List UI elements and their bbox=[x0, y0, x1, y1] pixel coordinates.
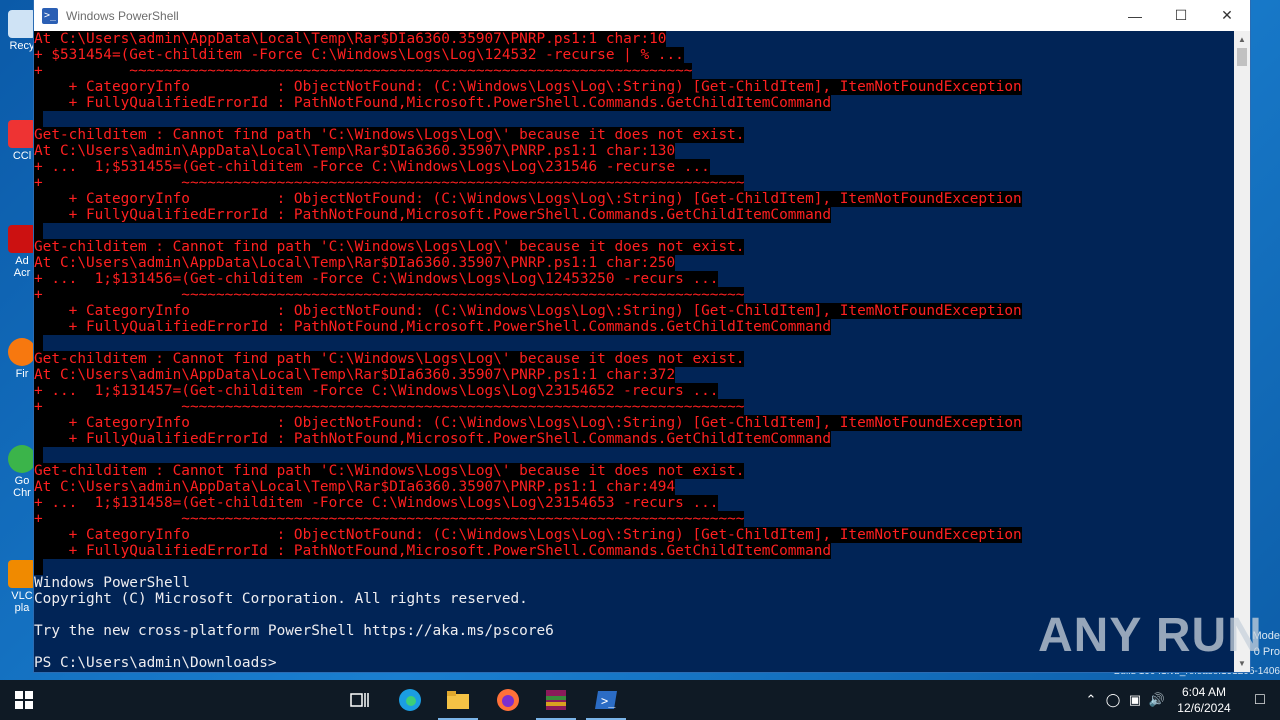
console-line: + FullyQualifiedErrorId : PathNotFound,M… bbox=[34, 543, 832, 559]
console-line bbox=[34, 335, 1234, 351]
prompt-text: PS C:\Users\admin\Downloads> bbox=[34, 655, 286, 671]
scrollbar-thumb[interactable] bbox=[1237, 48, 1247, 66]
edge-icon bbox=[399, 689, 421, 711]
task-view-button[interactable] bbox=[336, 680, 384, 720]
console-line: + FullyQualifiedErrorId : PathNotFound,M… bbox=[34, 319, 832, 335]
windows-logo-icon bbox=[15, 691, 33, 709]
console-line: + ... 1;$131458=(Get-childitem -Force C:… bbox=[34, 495, 719, 511]
console-line: + FullyQualifiedErrorId : PathNotFound,M… bbox=[34, 207, 832, 223]
file-explorer-taskbar-button[interactable] bbox=[434, 680, 482, 720]
console-line: + FullyQualifiedErrorId : PathNotFound,M… bbox=[34, 431, 832, 447]
console-line: + ~~~~~~~~~~~~~~~~~~~~~~~~~~~~~~~~~~~~~~… bbox=[34, 399, 745, 415]
console-line: + CategoryInfo : ObjectNotFound: (C:\Win… bbox=[34, 527, 1022, 543]
console-line: At C:\Users\admin\AppData\Local\Temp\Rar… bbox=[34, 479, 676, 495]
console-line: Copyright (C) Microsoft Corporation. All… bbox=[34, 591, 528, 607]
scroll-up-icon[interactable]: ▲ bbox=[1234, 31, 1250, 48]
console-line: At C:\Users\admin\AppData\Local\Temp\Rar… bbox=[34, 31, 667, 47]
system-tray: ⌃ ◯ ▣ 🔊 6:04 AM 12/6/2024 □ bbox=[1080, 680, 1280, 720]
console-output[interactable]: At C:\Users\admin\AppData\Local\Temp\Rar… bbox=[34, 31, 1234, 672]
console-line: Get-childitem : Cannot find path 'C:\Win… bbox=[34, 239, 745, 255]
taskbar: >_ ⌃ ◯ ▣ 🔊 6:04 AM 12/6/2024 □ bbox=[0, 680, 1280, 720]
edge-taskbar-button[interactable] bbox=[386, 680, 434, 720]
desktop-icon-label: CCl bbox=[12, 150, 32, 162]
console-line: Get-childitem : Cannot find path 'C:\Win… bbox=[34, 463, 745, 479]
window-title: Windows PowerShell bbox=[66, 8, 179, 23]
task-view-icon bbox=[350, 693, 369, 707]
chevron-up-icon[interactable]: ⌃ bbox=[1080, 692, 1102, 708]
close-button[interactable]: ✕ bbox=[1204, 0, 1250, 31]
console-line: + ~~~~~~~~~~~~~~~~~~~~~~~~~~~~~~~~~~~~~~… bbox=[34, 63, 693, 79]
powershell-icon: >_ bbox=[595, 691, 617, 709]
maximize-button[interactable]: ☐ bbox=[1158, 0, 1204, 31]
console-line: + ... 1;$131456=(Get-childitem -Force C:… bbox=[34, 271, 719, 287]
console-line: + ~~~~~~~~~~~~~~~~~~~~~~~~~~~~~~~~~~~~~~… bbox=[34, 287, 745, 303]
powershell-taskbar-button[interactable]: >_ bbox=[582, 680, 630, 720]
desktop-icon-label: Fir bbox=[15, 368, 29, 380]
console-line bbox=[34, 111, 1234, 127]
console-line: + CategoryInfo : ObjectNotFound: (C:\Win… bbox=[34, 191, 1022, 207]
console-line: + CategoryInfo : ObjectNotFound: (C:\Win… bbox=[34, 303, 1022, 319]
folder-icon bbox=[447, 691, 469, 709]
console-line: At C:\Users\admin\AppData\Local\Temp\Rar… bbox=[34, 367, 676, 383]
console-line: + FullyQualifiedErrorId : PathNotFound,M… bbox=[34, 95, 832, 111]
anyrun-logo: ANY RUN bbox=[1038, 609, 1263, 662]
console-line bbox=[34, 223, 1234, 239]
console-line: At C:\Users\admin\AppData\Local\Temp\Rar… bbox=[34, 255, 676, 271]
console-line: + ~~~~~~~~~~~~~~~~~~~~~~~~~~~~~~~~~~~~~~… bbox=[34, 175, 745, 191]
console-line: Get-childitem : Cannot find path 'C:\Win… bbox=[34, 351, 745, 367]
console-line: + ... 1;$531455=(Get-childitem -Force C:… bbox=[34, 159, 710, 175]
firefox-taskbar-button[interactable] bbox=[484, 680, 532, 720]
winrar-icon bbox=[546, 690, 566, 710]
start-button[interactable] bbox=[0, 680, 48, 720]
clock-date: 12/6/2024 bbox=[1177, 701, 1231, 715]
console-line: + $531454=(Get-childitem -Force C:\Windo… bbox=[34, 47, 684, 63]
console-line: + CategoryInfo : ObjectNotFound: (C:\Win… bbox=[34, 79, 1022, 95]
svg-text:>_: >_ bbox=[601, 694, 616, 708]
firefox-icon bbox=[497, 689, 519, 711]
desktop-icon-label: Recy bbox=[9, 40, 35, 52]
notification-icon[interactable]: □ bbox=[1240, 691, 1280, 709]
console-line: + ... 1;$131457=(Get-childitem -Force C:… bbox=[34, 383, 719, 399]
volume-icon[interactable]: 🔊 bbox=[1146, 692, 1168, 708]
text-cursor bbox=[285, 667, 294, 670]
vertical-scrollbar[interactable]: ▲ ▼ bbox=[1234, 31, 1250, 672]
clock[interactable]: 6:04 AM 12/6/2024 bbox=[1168, 684, 1240, 716]
title-bar[interactable]: >_ Windows PowerShell — ☐ ✕ bbox=[34, 0, 1250, 31]
console-line: + CategoryInfo : ObjectNotFound: (C:\Win… bbox=[34, 415, 1022, 431]
clock-time: 6:04 AM bbox=[1181, 685, 1227, 699]
shield-icon[interactable]: ◯ bbox=[1102, 692, 1124, 708]
minimize-button[interactable]: — bbox=[1112, 0, 1158, 31]
powershell-icon: >_ bbox=[42, 7, 58, 24]
console-line: Windows PowerShell bbox=[34, 575, 190, 591]
winrar-taskbar-button[interactable] bbox=[532, 680, 580, 720]
console-line bbox=[34, 559, 1234, 575]
network-icon[interactable]: ▣ bbox=[1124, 692, 1146, 708]
powershell-window[interactable]: >_ Windows PowerShell — ☐ ✕ At C:\Users\… bbox=[34, 0, 1250, 672]
console-line: + ~~~~~~~~~~~~~~~~~~~~~~~~~~~~~~~~~~~~~~… bbox=[34, 511, 745, 527]
console-line: Get-childitem : Cannot find path 'C:\Win… bbox=[34, 127, 745, 143]
console-line: At C:\Users\admin\AppData\Local\Temp\Rar… bbox=[34, 143, 676, 159]
console-line bbox=[34, 447, 1234, 463]
